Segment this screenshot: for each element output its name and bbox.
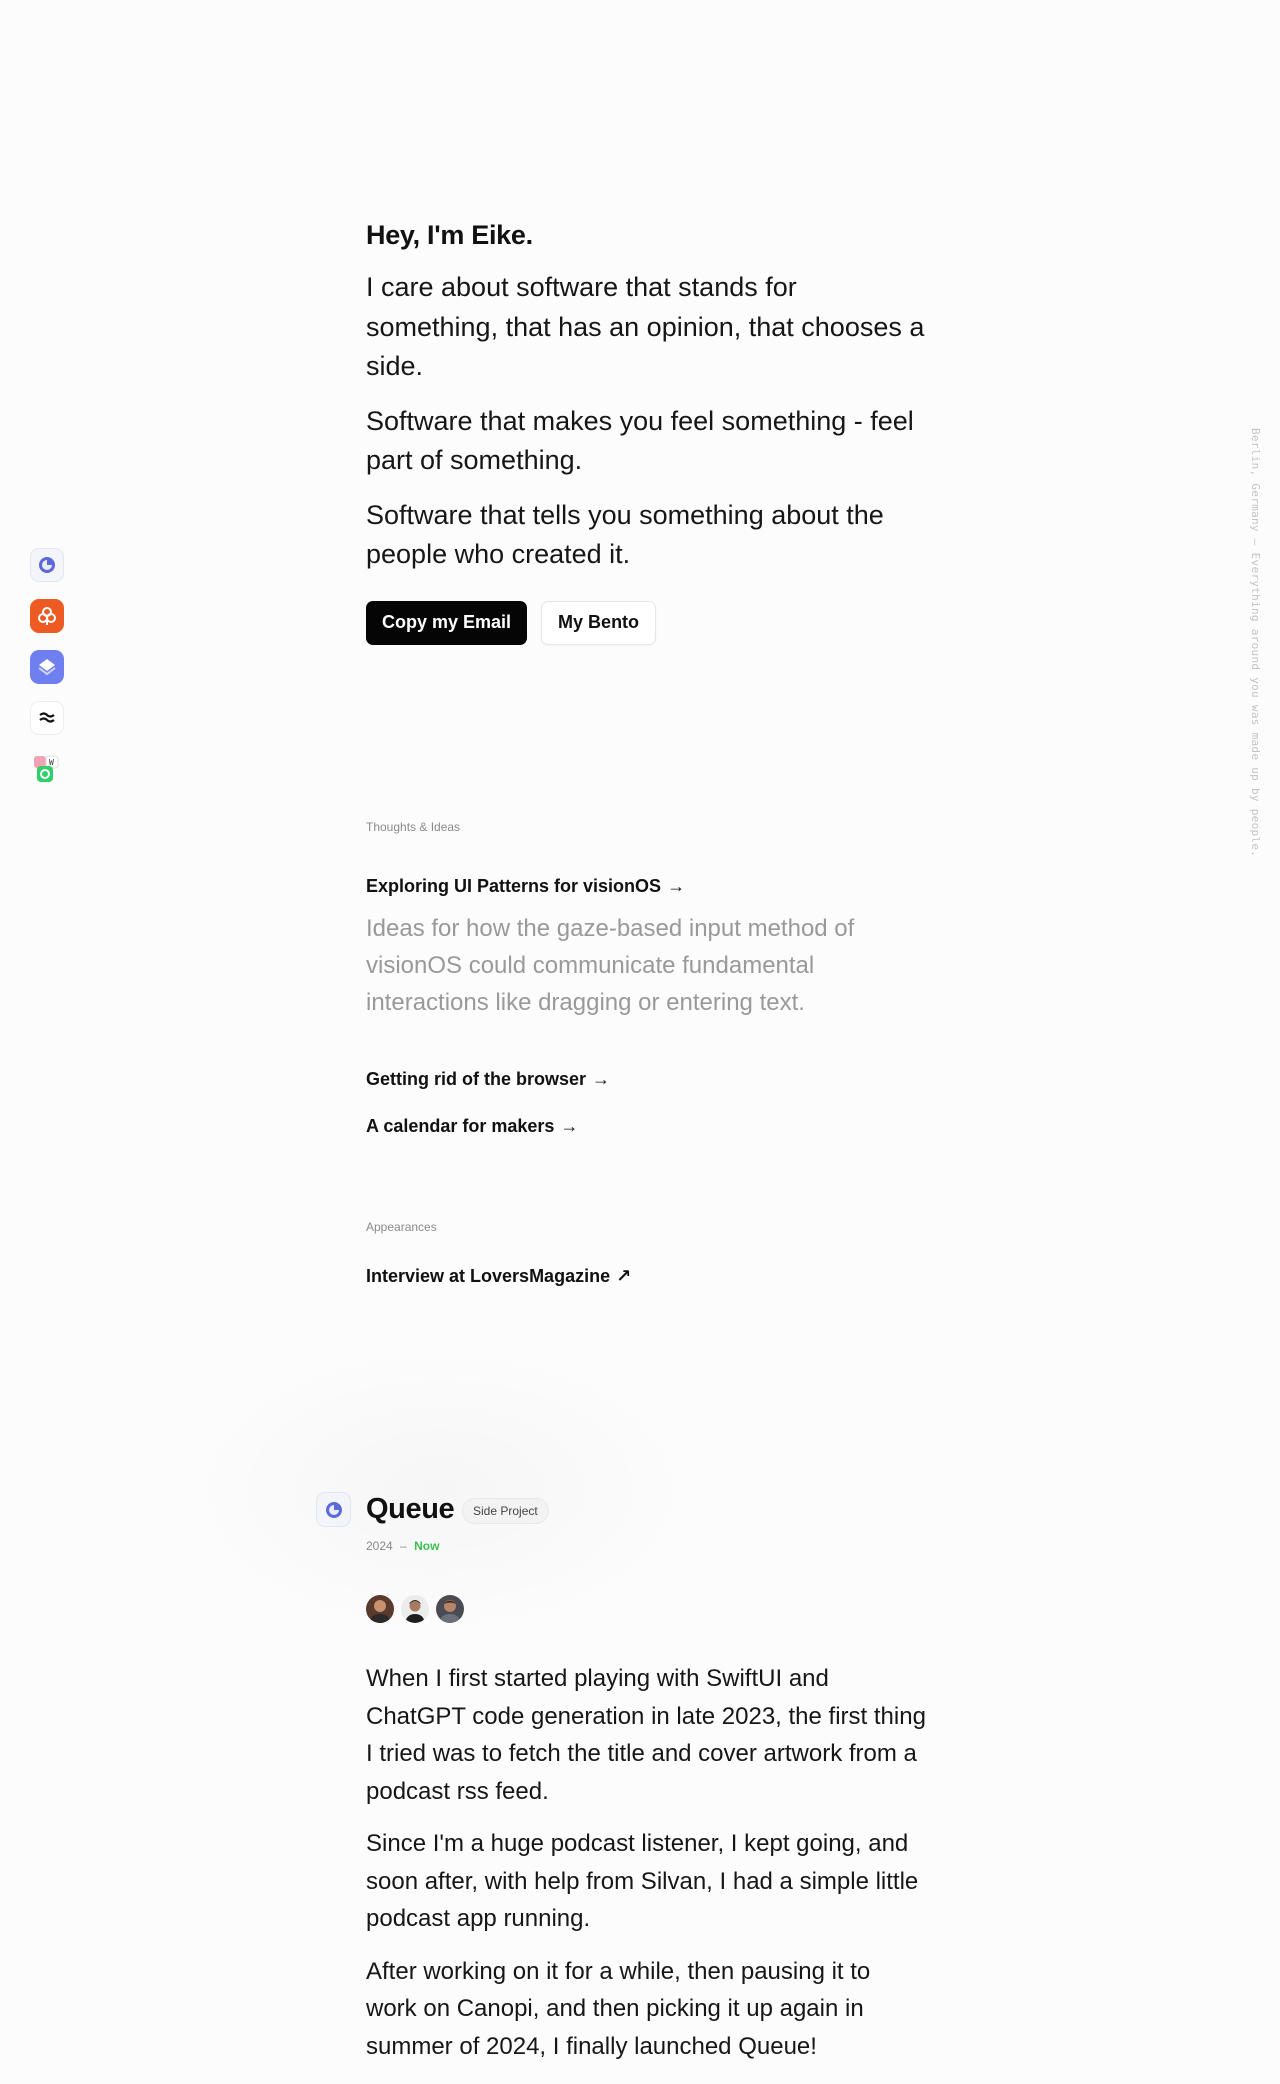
project-paragraph: Since I'm a huge podcast listener, I kep… [366,1830,919,1932]
queue-app-link[interactable] [30,548,64,582]
project-type-badge: Side Project [462,1498,549,1524]
thoughts-section-label: Thoughts & Ideas [366,820,461,834]
project-description: When I first started playing with SwiftU… [366,1660,926,2080]
layers-icon [38,659,56,676]
post-link-calendar[interactable]: A calendar for makers → [366,1116,578,1137]
collaborator-avatars [366,1595,464,1623]
arrow-right-icon: → [667,876,686,896]
year-start: 2024 [366,1539,393,1553]
appearance-link-loversmagazine[interactable]: Interview at LoversMagazine ↗ [366,1266,631,1287]
post-link-visionos[interactable]: Exploring UI Patterns for visionOS → [366,876,685,897]
year-separator: – [400,1539,407,1553]
arrow-right-icon: → [560,1116,579,1136]
multi-app-icon: W [34,755,59,782]
queue-icon [39,557,55,573]
multi-app-link[interactable]: W [30,752,64,786]
layers-app-link[interactable] [30,650,64,684]
queue-project-icon [316,1492,351,1527]
project-paragraph: After working on it for a while, then pa… [366,1957,871,2060]
avatar[interactable] [436,1595,464,1623]
arrow-up-right-icon: ↗ [616,1266,632,1286]
post-title: A calendar for makers [366,1116,555,1136]
appearance-title: Interview at LoversMagazine [366,1266,611,1286]
app-rail: W [30,548,64,803]
my-bento-button[interactable]: My Bento [541,600,657,645]
post-link-browser[interactable]: Getting rid of the browser → [366,1069,610,1090]
avatar[interactable] [366,1595,394,1623]
project-paragraph: When I first started playing with SwiftU… [366,1665,926,1805]
intro-paragraph: I care about software that stands for so… [366,272,925,381]
hero-section: Hey, I'm Eike. I care about software tha… [366,218,926,645]
intro-paragraph: Software that tells you something about … [366,499,884,570]
flow-app-link[interactable] [30,701,64,735]
canopi-app-link[interactable] [30,599,64,633]
post-title: Getting rid of the browser [366,1069,587,1089]
copy-email-button[interactable]: Copy my Email [366,600,528,645]
svg-text:W: W [49,758,54,767]
post-description: Ideas for how the gaze-based input metho… [366,915,855,1016]
project-timeframe: 2024 – Now [366,1539,439,1553]
hero-actions: Copy my Email My Bento [366,600,926,645]
arrow-right-icon: → [592,1069,611,1089]
year-end: Now [414,1539,440,1553]
appearances-section-label: Appearances [366,1220,437,1234]
queue-icon [325,1501,342,1518]
greeting-heading: Hey, I'm Eike. [366,220,533,250]
flow-icon [39,712,55,723]
post-title: Exploring UI Patterns for visionOS [366,876,662,896]
intro-paragraph: Software that makes you feel something -… [366,405,914,476]
avatar[interactable] [401,1595,429,1623]
location-tagline: Berlin, Germany — Everything around you … [1249,428,1262,858]
canopi-icon [38,607,56,625]
project-title: Queue [366,1493,455,1525]
